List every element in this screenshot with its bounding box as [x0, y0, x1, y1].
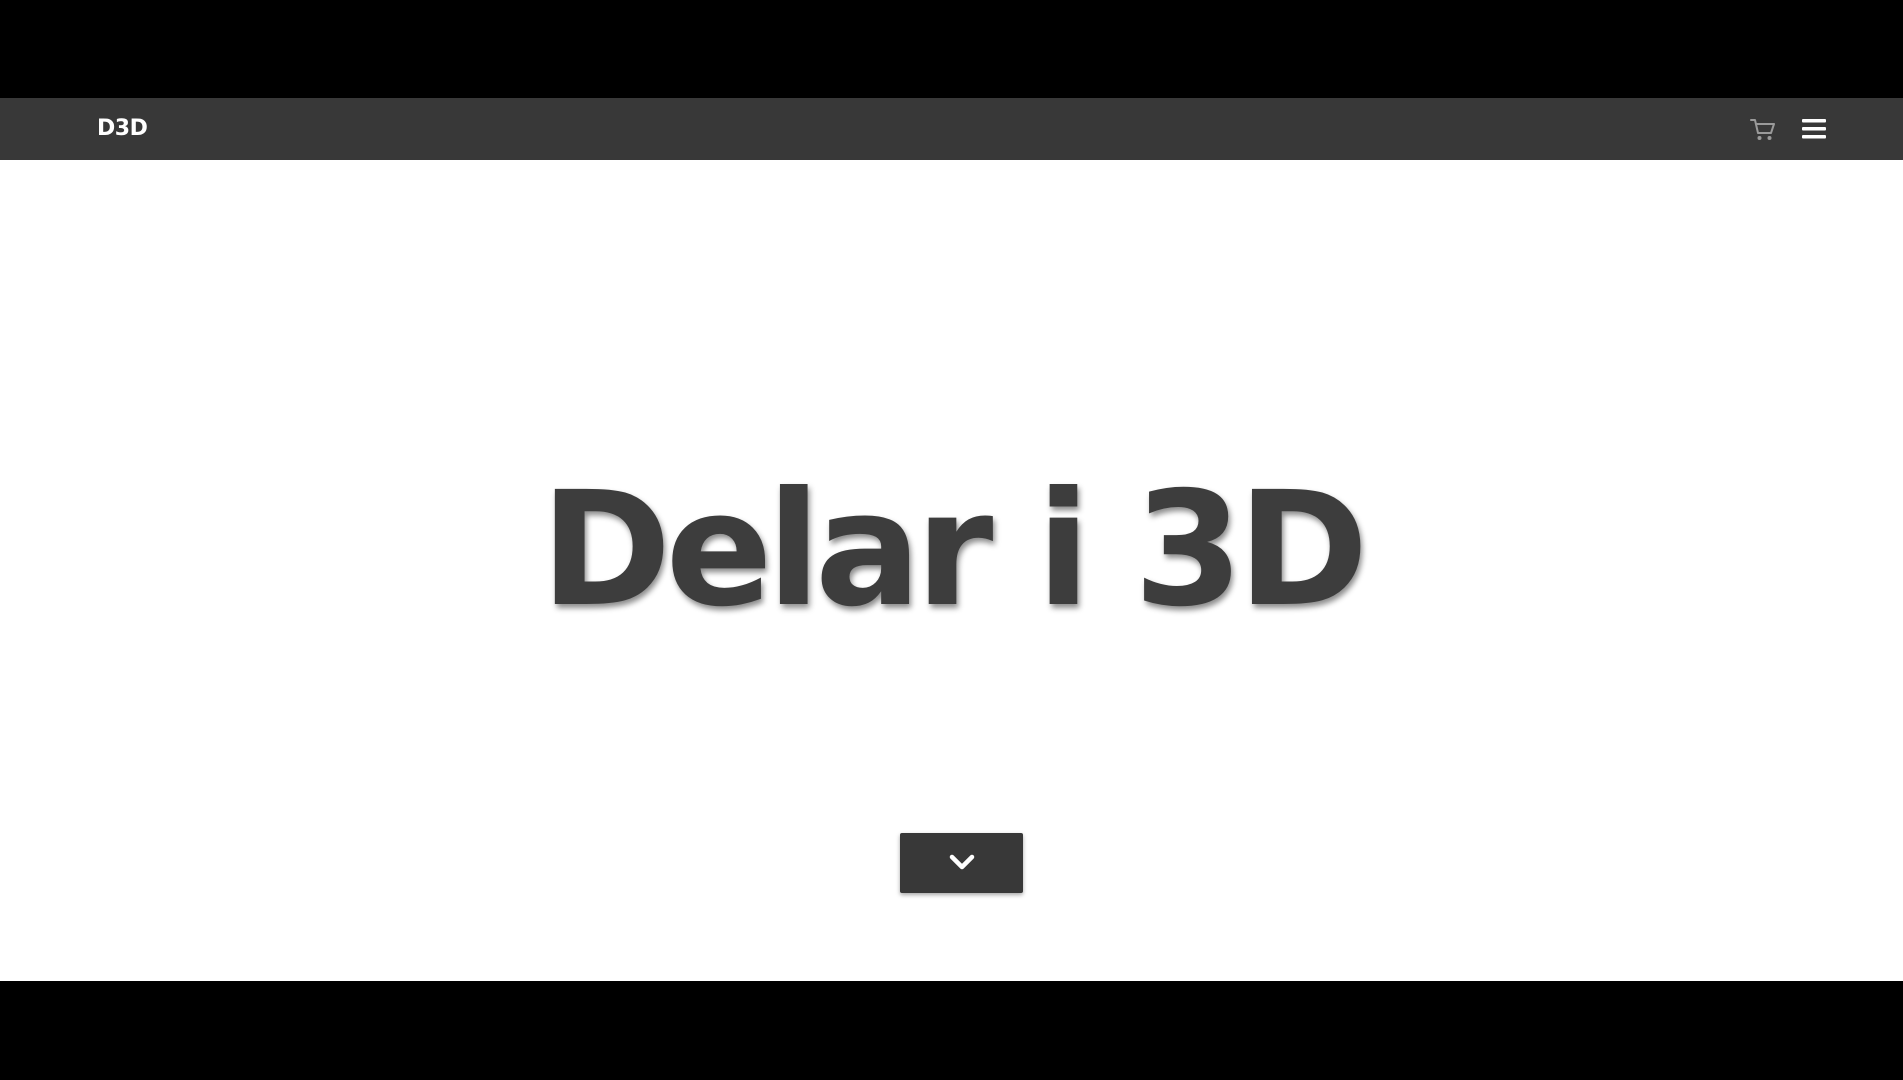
brand-logo-link[interactable]: D3D [97, 116, 148, 142]
scroll-down-button[interactable] [900, 833, 1023, 893]
hero-section: Delar i 3D [0, 160, 1903, 981]
hero-title: Delar i 3D [540, 458, 1368, 642]
top-navbar: D3D [0, 98, 1903, 160]
chevron-down-icon [949, 854, 975, 870]
cart-button[interactable] [1748, 114, 1778, 144]
menu-button[interactable] [1800, 114, 1828, 144]
shopping-cart-icon [1750, 119, 1775, 140]
letterbox-bottom [0, 981, 1903, 1080]
letterbox-top [0, 0, 1903, 98]
hamburger-menu-icon [1802, 119, 1826, 139]
